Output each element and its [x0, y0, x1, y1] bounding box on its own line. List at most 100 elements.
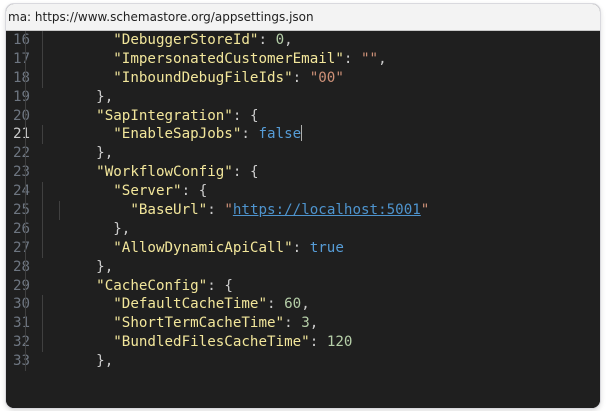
json-value: 120 [326, 334, 353, 351]
code-line[interactable]: 19 }, [6, 87, 600, 107]
punctuation: , [378, 50, 387, 67]
indent-guide [42, 238, 44, 258]
colon: : [207, 202, 225, 219]
url-link[interactable]: https://localhost:5001 [233, 202, 421, 218]
colon: : [267, 296, 285, 313]
line-number: 20 [13, 107, 31, 124]
code-line[interactable]: 23 "WorkflowConfig": { [6, 163, 600, 183]
code-text: }, [62, 258, 113, 277]
line-number: 19 [13, 88, 31, 105]
punctuation: }, [96, 258, 114, 275]
code-text: "InboundDebugFileIds": "00" [62, 69, 344, 88]
punctuation: { [249, 107, 259, 124]
code-text: "DefaultCacheTime": 60, [62, 295, 309, 314]
code-line[interactable]: 20 "SapIntegration": { [6, 106, 600, 126]
code-line[interactable]: 21 "EnableSapJobs": false [6, 125, 600, 145]
code-line[interactable]: 30 "DefaultCacheTime": 60, [6, 295, 600, 315]
json-value: true [309, 239, 344, 256]
punctuation: , [284, 32, 293, 48]
indent-guide [25, 295, 27, 315]
schema-hint-bar: ma: https://www.schemastore.org/appsetti… [6, 4, 600, 31]
line-number: 26 [13, 220, 31, 237]
indent-guide [25, 238, 27, 258]
colon: : [241, 126, 259, 143]
code-line[interactable]: 26 }, [6, 219, 600, 239]
code-line[interactable]: 25 "BaseUrl": "https://localhost:5001" [6, 201, 600, 220]
line-number: 18 [13, 69, 31, 86]
code-line[interactable]: 31 "ShortTermCacheTime": 3, [6, 314, 600, 334]
json-value: "00" [309, 69, 344, 86]
json-key: "SapIntegration" [96, 107, 233, 124]
line-number: 33 [13, 353, 31, 370]
code-editor[interactable]: 16 "DebuggerStoreId": 0, 17 "Impersonated… [6, 31, 600, 408]
text-cursor [301, 125, 303, 142]
quote: " [224, 202, 233, 219]
colon: : [292, 69, 310, 86]
colon: : [232, 164, 250, 181]
json-value: false [258, 126, 302, 143]
line-number: 22 [13, 145, 31, 162]
colon: : [258, 32, 276, 48]
line-number: 28 [13, 258, 31, 275]
punctuation: }, [96, 145, 114, 162]
code-line[interactable]: 33 }, [6, 352, 600, 372]
indent-guide [25, 201, 27, 220]
code-line[interactable]: 16 "DebuggerStoreId": 0, [6, 31, 600, 50]
indent-guide [42, 219, 44, 239]
indent-guide [42, 68, 44, 88]
code-text: "CacheConfig": { [62, 277, 233, 296]
indent-guide [25, 31, 27, 50]
indent-guide [42, 182, 44, 202]
indent-guide [42, 31, 44, 50]
code-line[interactable]: 18 "InboundDebugFileIds": "00" [6, 68, 600, 88]
colon: : [292, 239, 310, 256]
colon: : [343, 50, 361, 67]
colon: : [309, 334, 327, 351]
code-line[interactable]: 27 "AllowDynamicApiCall": true [6, 238, 600, 258]
indent-guide [42, 49, 44, 69]
line-number: 16 [13, 32, 31, 48]
indent-guide [25, 106, 27, 126]
colon: : [284, 315, 302, 332]
code-text: }, [62, 352, 113, 371]
code-text: "AllowDynamicApiCall": true [62, 239, 344, 258]
line-number: 23 [13, 164, 31, 181]
json-value: "" [360, 50, 379, 67]
indent-guide [25, 219, 27, 239]
punctuation: { [224, 277, 233, 294]
code-line[interactable]: 17 "ImpersonatedCustomerEmail": "", [6, 49, 600, 69]
json-value: 3 [301, 315, 310, 332]
code-line[interactable]: 29 "CacheConfig": { [6, 276, 600, 296]
indent-guide [59, 201, 61, 220]
indent-guide [42, 295, 44, 315]
indent-guide [25, 125, 27, 145]
indent-guide [25, 182, 27, 202]
line-number: 21 [13, 126, 31, 143]
indent-guide [25, 352, 27, 372]
code-line[interactable]: 22 }, [6, 144, 600, 164]
code-text: "Server": { [62, 182, 207, 201]
punctuation: { [198, 183, 208, 200]
code-text: "ImpersonatedCustomerEmail": "", [62, 50, 387, 69]
indent-guide [25, 257, 27, 277]
code-line[interactable]: 28 }, [6, 257, 600, 277]
indent-guide [25, 333, 27, 353]
indent-guide [25, 163, 27, 183]
code-text: "SapIntegration": { [62, 107, 258, 126]
code-line[interactable]: 32 "BundledFilesCacheTime": 120 [6, 333, 600, 353]
indent-guide [25, 68, 27, 88]
code-line[interactable]: 24 "Server": { [6, 182, 600, 202]
code-text: }, [62, 88, 113, 107]
